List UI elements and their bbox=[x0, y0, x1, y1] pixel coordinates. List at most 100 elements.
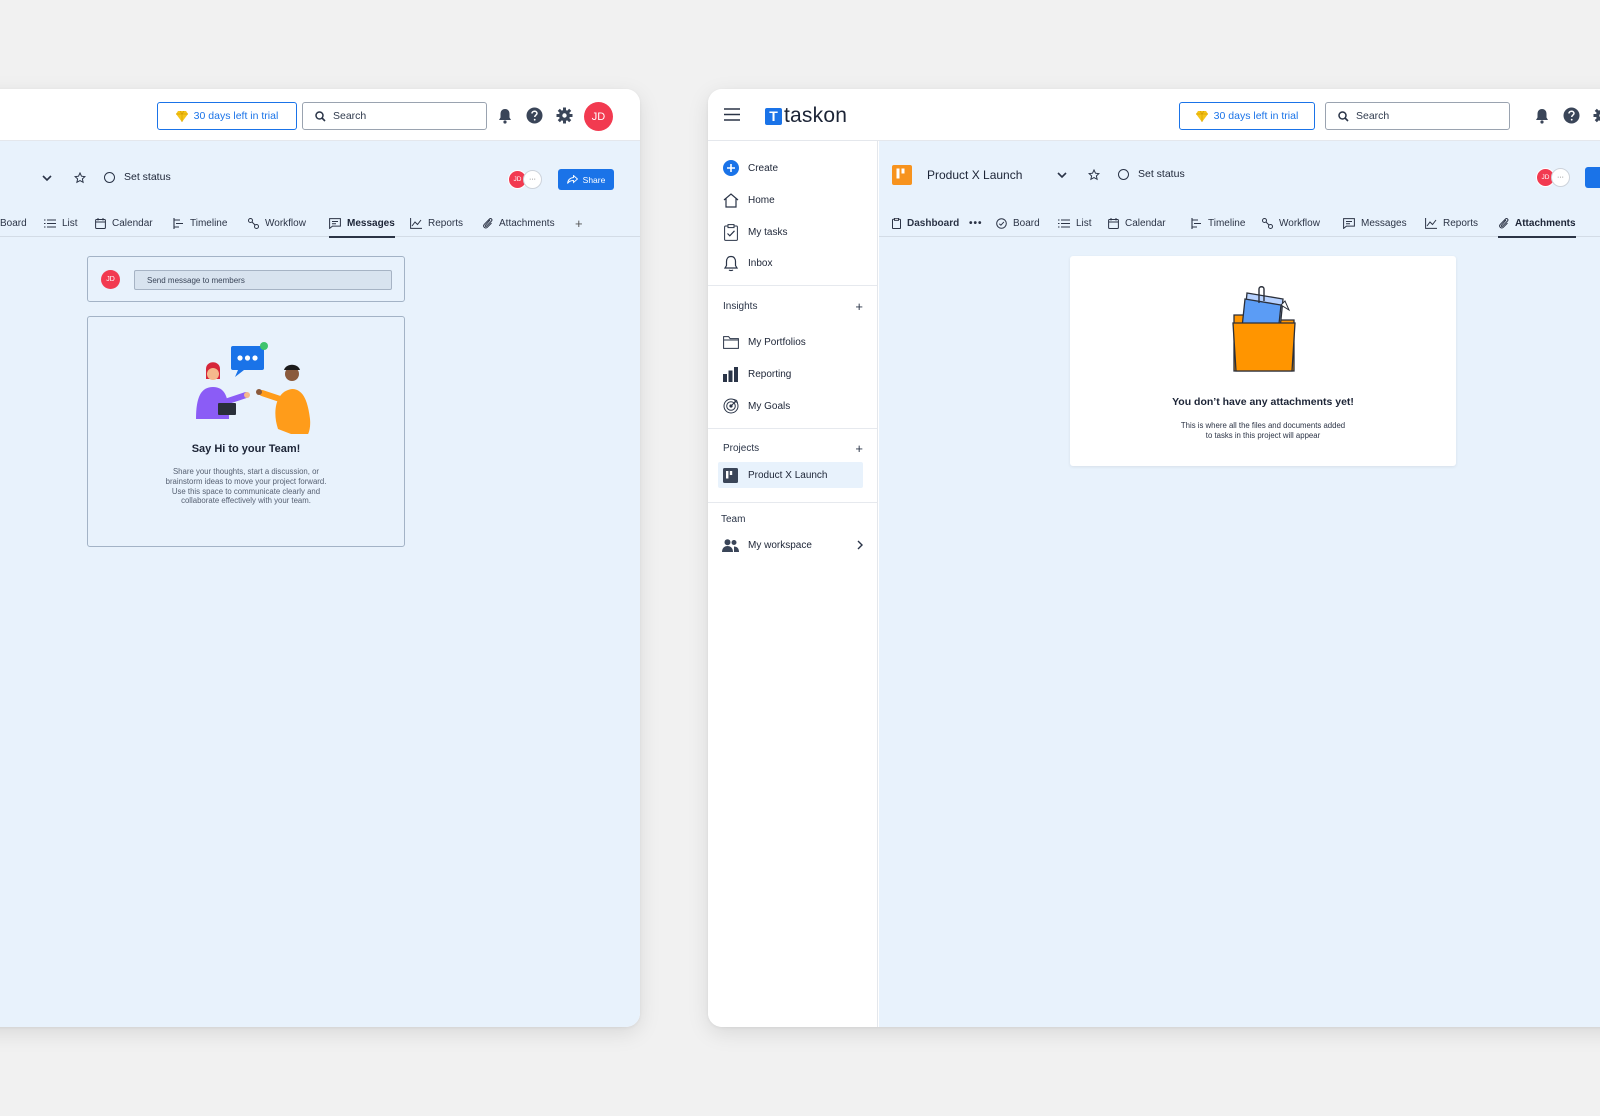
team-heading: Team bbox=[721, 514, 863, 525]
member-avatars[interactable]: JD ··· bbox=[508, 170, 542, 189]
people-icon bbox=[722, 538, 739, 552]
sidebar-item-label: My workspace bbox=[748, 539, 812, 551]
sidebar-item-my-goals[interactable]: My Goals bbox=[722, 393, 863, 419]
star-icon[interactable] bbox=[74, 172, 86, 184]
tab-reports[interactable]: Reports bbox=[1425, 209, 1478, 237]
more-members: ··· bbox=[1551, 168, 1570, 187]
tab-calendar[interactable]: Calendar bbox=[1108, 209, 1166, 237]
sidebar-item-label: My Goals bbox=[748, 400, 791, 412]
trial-button[interactable]: 30 days left in trial bbox=[1179, 102, 1315, 130]
sidebar-item-my-tasks[interactable]: My tasks bbox=[722, 219, 863, 245]
tab-calendar[interactable]: Calendar bbox=[95, 209, 153, 237]
tab-list[interactable]: List bbox=[1058, 209, 1092, 237]
star-icon[interactable] bbox=[1088, 169, 1100, 181]
help-icon[interactable] bbox=[525, 106, 544, 125]
sidebar-item-label: My Portfolios bbox=[748, 336, 806, 348]
status-ring-icon bbox=[104, 171, 115, 183]
tab-board[interactable]: Board bbox=[996, 209, 1040, 237]
project-title[interactable]: Product X Launch bbox=[927, 168, 1022, 182]
tab-attachments[interactable]: Attachments bbox=[1498, 209, 1576, 238]
chevron-down-icon[interactable] bbox=[42, 175, 52, 182]
search-input[interactable]: Search bbox=[1325, 102, 1510, 130]
add-project-button[interactable]: + bbox=[855, 441, 863, 456]
clipboard-icon bbox=[892, 217, 901, 229]
member-avatars[interactable]: JD ··· bbox=[1536, 168, 1570, 187]
section-label: Projects bbox=[723, 443, 760, 454]
sidebar-item-inbox[interactable]: Inbox bbox=[722, 250, 863, 276]
hamburger-menu-icon[interactable] bbox=[724, 108, 740, 121]
body-line: collaborate effectively with your team. bbox=[181, 496, 311, 506]
tab-attachments[interactable]: Attachments bbox=[482, 209, 555, 237]
app-logo[interactable]: T taskon bbox=[765, 104, 847, 128]
empty-state-body: This is where all the files and document… bbox=[1070, 421, 1456, 440]
list-icon bbox=[44, 218, 56, 228]
tab-workflow[interactable]: Workflow bbox=[1262, 209, 1320, 237]
folder-icon bbox=[722, 335, 739, 349]
bell-outline-icon bbox=[722, 255, 739, 272]
logo-mark: T bbox=[765, 107, 782, 125]
trial-button[interactable]: 30 days left in trial bbox=[157, 102, 297, 130]
share-button-partial[interactable] bbox=[1585, 167, 1600, 188]
tab-label: Dashboard bbox=[907, 217, 960, 229]
gem-icon bbox=[1195, 110, 1208, 122]
sidebar-item-label: Inbox bbox=[748, 257, 773, 269]
tab-label: Messages bbox=[347, 217, 395, 229]
tab-dashboard[interactable]: Dashboard bbox=[892, 209, 959, 237]
bell-icon[interactable] bbox=[495, 106, 514, 125]
share-label: Share bbox=[582, 174, 606, 185]
tab-label: Reports bbox=[428, 217, 464, 229]
divider bbox=[708, 502, 877, 503]
workflow-icon bbox=[248, 217, 259, 229]
message-icon bbox=[1343, 217, 1355, 229]
tab-workflow[interactable]: Workflow bbox=[248, 209, 306, 237]
tab-list[interactable]: List bbox=[44, 209, 78, 237]
paperclip-icon bbox=[483, 218, 493, 229]
tab-messages[interactable]: Messages bbox=[1343, 209, 1407, 237]
more-tabs-icon[interactable]: ••• bbox=[969, 209, 983, 237]
gear-icon[interactable] bbox=[555, 106, 574, 125]
divider bbox=[708, 285, 877, 286]
add-insight-button[interactable]: + bbox=[855, 299, 863, 314]
bell-icon[interactable] bbox=[1532, 106, 1551, 125]
sidebar-item-label: Reporting bbox=[748, 368, 792, 380]
tab-timeline[interactable]: Timeline bbox=[1191, 209, 1245, 237]
chevron-right-icon bbox=[857, 540, 863, 550]
search-input[interactable]: Search bbox=[302, 102, 487, 130]
tab-label: Attachments bbox=[1515, 217, 1576, 229]
tab-timeline[interactable]: Timeline bbox=[173, 209, 227, 237]
set-status-button[interactable]: Set status bbox=[104, 171, 171, 183]
clipboard-check-icon bbox=[722, 223, 739, 241]
sidebar-item-create[interactable]: Create bbox=[722, 155, 863, 181]
top-bar: 30 days left in trial Search JD bbox=[0, 89, 640, 141]
sidebar-item-product-x-launch[interactable]: Product X Launch bbox=[718, 462, 863, 488]
set-status-label: Set status bbox=[124, 171, 171, 183]
body-line: This is where all the files and document… bbox=[1180, 421, 1346, 430]
chevron-down-icon[interactable] bbox=[1057, 172, 1067, 179]
sidebar-item-label: Home bbox=[748, 194, 775, 206]
bar-chart-icon bbox=[722, 366, 739, 382]
tab-label: Attachments bbox=[499, 217, 555, 229]
tab-board[interactable]: Board bbox=[0, 209, 27, 237]
tab-label: Timeline bbox=[190, 217, 228, 229]
sidebar-item-my-workspace[interactable]: My workspace bbox=[722, 532, 863, 558]
share-button[interactable]: Share bbox=[558, 169, 614, 190]
sidebar-item-my-portfolios[interactable]: My Portfolios bbox=[722, 329, 863, 355]
tab-reports[interactable]: Reports bbox=[410, 209, 463, 237]
sidebar-item-reporting[interactable]: Reporting bbox=[722, 361, 863, 387]
more-members: ··· bbox=[523, 170, 542, 189]
message-icon bbox=[329, 217, 341, 229]
gear-icon[interactable] bbox=[1592, 106, 1600, 125]
tab-label: List bbox=[1076, 217, 1092, 229]
add-tab-button[interactable]: + bbox=[575, 209, 583, 237]
set-status-button[interactable]: Set status bbox=[1118, 168, 1185, 180]
message-input[interactable]: Send message to members bbox=[134, 270, 392, 290]
search-placeholder: Search bbox=[333, 110, 367, 122]
projects-heading: Projects + bbox=[723, 441, 863, 456]
body-line: to tasks in this project will appear bbox=[1205, 430, 1321, 440]
user-avatar[interactable]: JD bbox=[584, 102, 613, 131]
section-label: Team bbox=[721, 514, 746, 525]
trial-label: 30 days left in trial bbox=[193, 110, 279, 122]
sidebar-item-home[interactable]: Home bbox=[722, 187, 863, 213]
help-icon[interactable] bbox=[1562, 106, 1581, 125]
tab-messages[interactable]: Messages bbox=[329, 209, 395, 238]
